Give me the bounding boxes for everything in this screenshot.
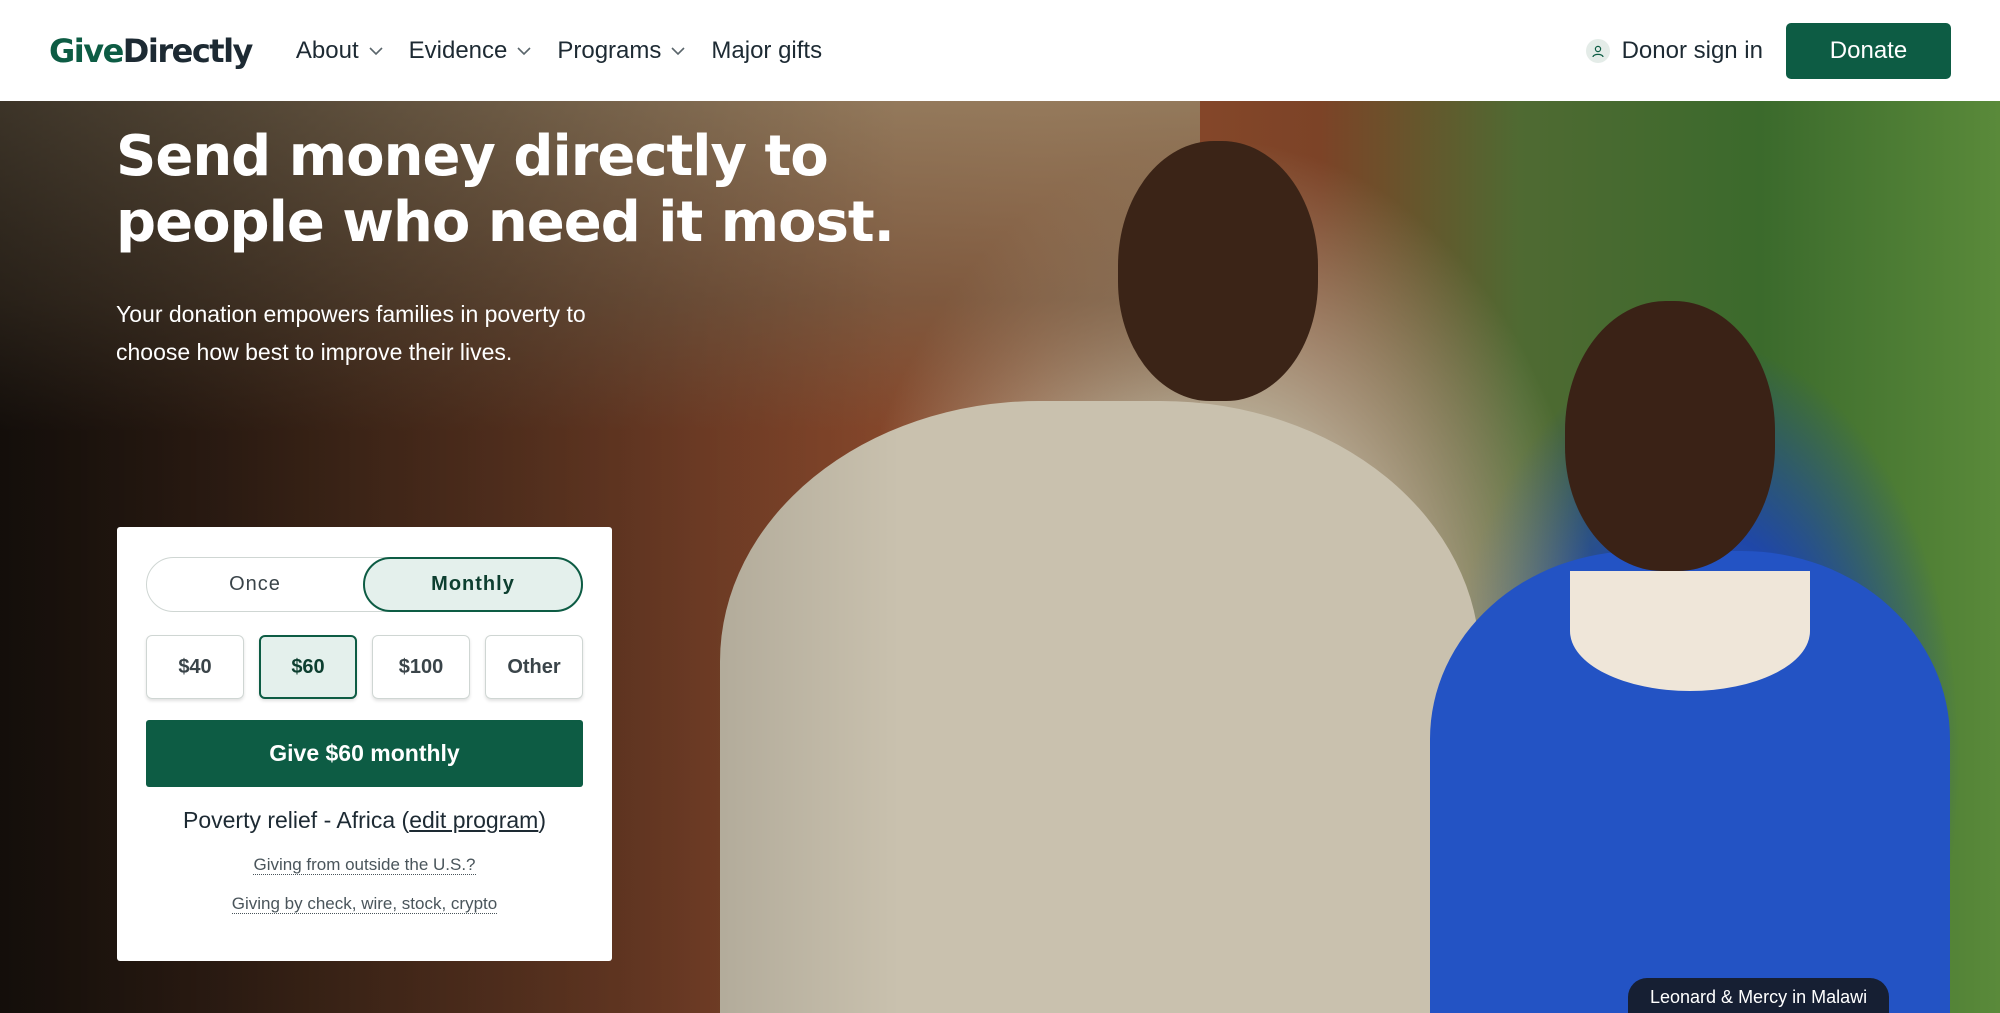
hero-subline: Your donation empowers families in pover… [116, 301, 586, 365]
logo-give: Give [49, 31, 124, 70]
nav-evidence[interactable]: Evidence [409, 37, 533, 65]
photo-caption: Leonard & Mercy in Malawi [1628, 978, 1890, 1013]
nav-major-gifts[interactable]: Major gifts [711, 37, 822, 65]
nav-major-gifts-label: Major gifts [711, 36, 823, 64]
donate-button[interactable]: Donate [1786, 22, 1951, 79]
givedirectly-logo[interactable]: Give Directly [49, 31, 254, 70]
nav-programs[interactable]: Programs [557, 37, 686, 65]
chevron-down-icon [369, 46, 383, 55]
site-header: Give Directly About Evidence Programs Maj… [0, 0, 2000, 101]
program-prefix: Poverty relief - Africa ( [182, 807, 410, 833]
chevron-down-icon [671, 46, 685, 55]
frequency-once[interactable]: Once [147, 558, 363, 611]
logo-directly: Directly [122, 31, 254, 70]
hero-section: Send money directly to people who need i… [0, 101, 2000, 1013]
header-actions: Donor sign in Donate [1585, 22, 1951, 79]
amount-options: $40 $60 $100 Other [146, 635, 583, 699]
frequency-toggle: Once Monthly [146, 557, 583, 612]
nav-about-label: About [295, 36, 359, 64]
give-monthly-button[interactable]: Give $60 monthly [146, 720, 583, 787]
main-nav: About Evidence Programs Major gifts [296, 37, 847, 65]
amount-100-button[interactable]: $100 [372, 635, 470, 699]
nav-evidence-label: Evidence [408, 36, 508, 64]
amount-40-button[interactable]: $40 [146, 635, 244, 699]
frequency-monthly[interactable]: Monthly [363, 557, 583, 612]
alt-giving-link-row: Giving by check, wire, stock, crypto [117, 894, 612, 914]
donor-signin-link[interactable]: Donor sign in [1585, 36, 1763, 65]
signin-label: Donor sign in [1621, 36, 1763, 64]
nav-about[interactable]: About [296, 37, 384, 65]
amount-other-button[interactable]: Other [485, 635, 583, 699]
alt-giving-link[interactable]: Giving by check, wire, stock, crypto [231, 894, 498, 914]
user-icon [1585, 38, 1610, 63]
amount-60-button[interactable]: $60 [259, 635, 357, 699]
donation-card: Once Monthly $40 $60 $100 Other Give $60… [117, 527, 612, 961]
chevron-down-icon [517, 46, 531, 55]
nav-programs-label: Programs [557, 36, 662, 64]
program-suffix: ) [538, 807, 547, 833]
edit-program-link[interactable]: edit program [409, 807, 538, 833]
outside-us-link-row: Giving from outside the U.S.? [117, 855, 612, 875]
program-line: Poverty relief - Africa (edit program) [117, 807, 612, 834]
hero-headline: Send money directly to people who need i… [116, 124, 895, 255]
outside-us-link[interactable]: Giving from outside the U.S.? [253, 855, 476, 875]
